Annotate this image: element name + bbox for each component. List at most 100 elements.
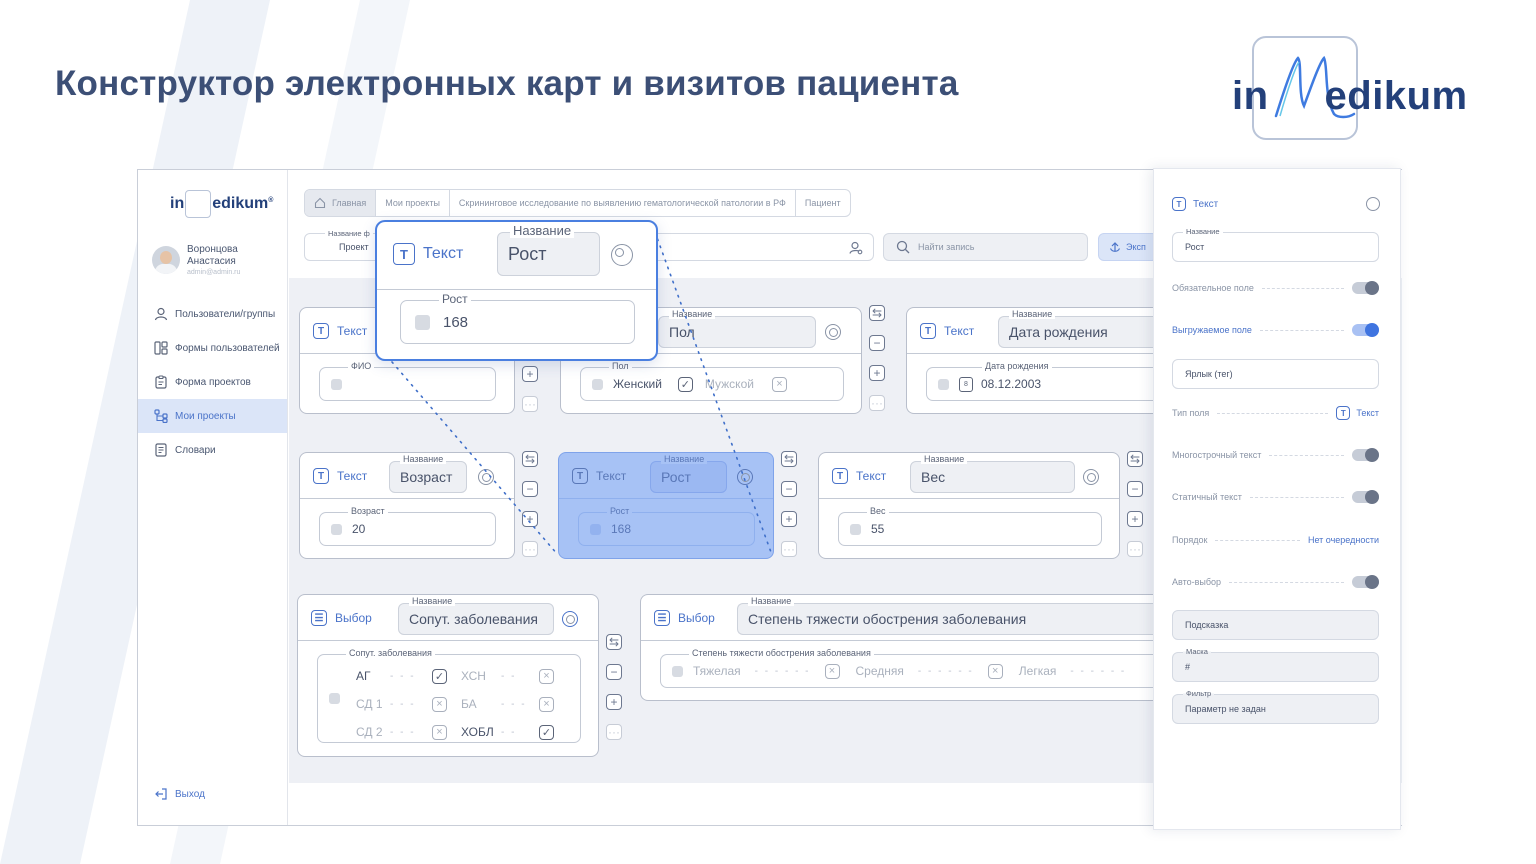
multiline-toggle[interactable] xyxy=(1352,448,1379,462)
sidebar-item-dictionaries[interactable]: Словари xyxy=(138,433,287,467)
link-icon[interactable] xyxy=(1083,469,1099,485)
name-field-age[interactable]: Название Возраст xyxy=(389,454,467,493)
value-field-height[interactable]: Рост 168 xyxy=(578,506,755,546)
remove-icon[interactable]: − xyxy=(1127,481,1143,497)
value-field-popup[interactable]: Рост 168 xyxy=(400,293,635,344)
zoomed-field-card[interactable]: T Текст Название Рост Рост 168 xyxy=(375,220,658,361)
value-field-birthdate[interactable]: Дата рождения 8 08.12.2003 xyxy=(926,361,1167,401)
check-icon[interactable]: ✓ xyxy=(432,668,447,684)
check-icon[interactable]: ✓ xyxy=(677,376,693,392)
name-field-sex[interactable]: Название Пол xyxy=(658,309,816,348)
field-card-severity[interactable]: ☰ Выбор Название Степень тяжести обострен… xyxy=(640,594,1167,701)
close-icon[interactable]: × xyxy=(987,663,1003,679)
checkbox-icon[interactable] xyxy=(850,523,861,535)
checkbox-icon[interactable] xyxy=(329,693,340,704)
swap-icon[interactable]: ⇆ xyxy=(781,451,797,467)
name-field-birthdate[interactable]: Название Дата рождения xyxy=(998,309,1167,348)
remove-icon[interactable]: − xyxy=(606,664,622,680)
field-card-height-selected[interactable]: T Текст Название Рост Рост 168 xyxy=(558,452,774,559)
name-field-severity[interactable]: Название Степень тяжести обострения забо… xyxy=(737,596,1167,635)
sidebar-item-user-forms[interactable]: Формы пользователей xyxy=(138,331,287,365)
breadcrumb-home[interactable]: Главная xyxy=(305,190,377,216)
add-icon[interactable]: + xyxy=(606,694,622,710)
check-icon[interactable]: ✓ xyxy=(539,724,554,740)
add-icon[interactable]: + xyxy=(1127,511,1143,527)
field-card-comorbid[interactable]: ☰ Выбор Название Сопут. заболевания Сопут… xyxy=(297,594,599,757)
more-icon[interactable]: ··· xyxy=(869,395,885,411)
order-select[interactable]: Нет очередности xyxy=(1308,535,1379,545)
close-icon[interactable]: × xyxy=(824,663,840,679)
value-field-sex[interactable]: Пол Женский ✓ Мужской × xyxy=(580,361,844,401)
name-field-height[interactable]: Название Рост xyxy=(650,454,727,493)
field-type-select[interactable]: T Текст xyxy=(1336,406,1379,420)
swap-icon[interactable]: ⇆ xyxy=(1127,451,1143,467)
link-icon[interactable] xyxy=(611,244,633,266)
required-toggle[interactable] xyxy=(1352,281,1379,295)
more-icon[interactable]: ··· xyxy=(781,541,797,557)
value-field-age[interactable]: Возраст 20 xyxy=(319,506,496,546)
name-field-comorbid[interactable]: Название Сопут. заболевания xyxy=(398,596,554,635)
exported-toggle[interactable] xyxy=(1352,323,1379,337)
breadcrumb-patient[interactable]: Пациент xyxy=(796,190,850,216)
tag-input[interactable]: Ярлык (тег) xyxy=(1172,359,1379,389)
value-field-comorbid[interactable]: Сопут. заболевания АГ - - - ✓ ХСН - - × СД… xyxy=(317,648,581,743)
field-card-birthdate[interactable]: T Текст Название Дата рождения Дата рожде… xyxy=(906,307,1167,414)
logout-button[interactable]: Выход xyxy=(154,787,205,801)
autoselect-toggle[interactable] xyxy=(1352,575,1379,589)
value-field-severity[interactable]: Степень тяжести обострения заболевания Т… xyxy=(660,648,1167,688)
close-icon[interactable]: × xyxy=(432,696,447,712)
remove-icon[interactable]: − xyxy=(522,481,538,497)
static-toggle[interactable] xyxy=(1352,490,1379,504)
sidebar-item-project-form[interactable]: Форма проектов xyxy=(138,365,287,399)
remove-icon[interactable]: − xyxy=(781,481,797,497)
link-icon[interactable] xyxy=(478,469,494,485)
calendar-icon[interactable]: 8 xyxy=(959,376,973,392)
more-icon[interactable]: ··· xyxy=(522,541,538,557)
swap-icon[interactable]: ⇆ xyxy=(522,451,538,467)
sidebar-logo[interactable]: in edikum® xyxy=(170,190,273,218)
name-field-popup[interactable]: Название Рост xyxy=(497,224,600,276)
breadcrumb-project[interactable]: Скрининговое исследование по выявлению г… xyxy=(450,190,796,216)
add-icon[interactable]: + xyxy=(781,511,797,527)
add-icon[interactable]: + xyxy=(522,366,538,382)
checkbox-icon[interactable] xyxy=(592,378,603,390)
close-icon[interactable]: × xyxy=(432,724,447,740)
remove-icon[interactable]: − xyxy=(869,335,885,351)
sidebar-item-my-projects[interactable]: Мои проекты xyxy=(138,399,287,433)
checkbox-icon[interactable] xyxy=(415,314,430,330)
link-icon[interactable] xyxy=(1366,197,1380,211)
export-button[interactable]: Эксп xyxy=(1098,233,1158,261)
search-input[interactable]: Найти запись xyxy=(883,233,1088,261)
checkbox-icon[interactable] xyxy=(590,523,601,535)
hint-input[interactable]: Подсказка xyxy=(1172,610,1379,640)
checkbox-icon[interactable] xyxy=(938,378,949,390)
filter-input[interactable]: Фильтр Параметр не задан xyxy=(1172,689,1379,724)
more-icon[interactable]: ··· xyxy=(522,396,538,412)
sidebar-item-users[interactable]: Пользователи/группы xyxy=(138,297,287,331)
sidebar-item-label: Форма проектов xyxy=(175,376,251,388)
swap-icon[interactable]: ⇆ xyxy=(869,305,885,321)
close-icon[interactable]: × xyxy=(539,696,554,712)
breadcrumb-my-projects[interactable]: Мои проекты xyxy=(376,190,450,216)
add-icon[interactable]: + xyxy=(869,365,885,381)
more-icon[interactable]: ··· xyxy=(1127,541,1143,557)
link-icon[interactable] xyxy=(825,324,841,340)
value-field-weight[interactable]: Вес 55 xyxy=(838,506,1102,546)
close-icon[interactable]: × xyxy=(771,376,787,392)
checkbox-icon[interactable] xyxy=(331,523,342,535)
link-icon[interactable] xyxy=(737,469,753,485)
field-card-age[interactable]: T Текст Название Возраст Возраст 20 xyxy=(299,452,515,559)
swap-icon[interactable]: ⇆ xyxy=(606,634,622,650)
value-field-fio[interactable]: ФИО xyxy=(319,361,496,401)
checkbox-icon[interactable] xyxy=(331,378,342,390)
panel-name-input[interactable]: Название Рост xyxy=(1172,227,1379,262)
add-icon[interactable]: + xyxy=(522,511,538,527)
close-icon[interactable]: × xyxy=(539,668,554,684)
more-icon[interactable]: ··· xyxy=(606,724,622,740)
mask-input[interactable]: Маска # xyxy=(1172,647,1379,682)
field-type: ☰ Выбор xyxy=(654,610,715,626)
link-icon[interactable] xyxy=(562,611,578,627)
field-card-weight[interactable]: T Текст Название Вес Вес 55 xyxy=(818,452,1120,559)
name-field-weight[interactable]: Название Вес xyxy=(910,454,1075,493)
checkbox-icon[interactable] xyxy=(672,665,683,677)
